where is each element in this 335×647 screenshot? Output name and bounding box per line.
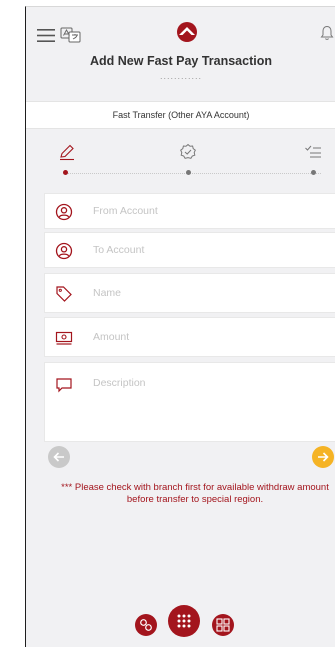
back-button[interactable] — [48, 446, 70, 468]
description-field[interactable]: Description — [44, 362, 335, 442]
to-account-placeholder: To Account — [93, 244, 145, 256]
arrow-left-icon — [53, 452, 64, 462]
tag-icon — [56, 286, 72, 302]
step-dot-edit — [63, 170, 68, 175]
to-account-field[interactable]: To Account — [44, 232, 335, 268]
grid-dots-icon — [177, 614, 191, 628]
bottom-nav — [26, 605, 335, 647]
list-check-icon[interactable] — [304, 143, 322, 161]
comment-icon — [56, 378, 72, 393]
amount-field[interactable]: Amount — [44, 317, 335, 357]
transfer-type-label: Fast Transfer (Other AYA Account) — [26, 101, 335, 129]
title-underline-dots: ............ — [159, 71, 202, 81]
transfer-icon — [140, 619, 152, 631]
withdraw-notice: *** Please check with branch first for a… — [61, 482, 329, 505]
user-circle-icon — [55, 203, 73, 221]
from-account-placeholder: From Account — [93, 205, 158, 217]
pencil-icon[interactable] — [58, 143, 76, 161]
qr-code-icon — [216, 618, 230, 632]
qr-button[interactable] — [212, 614, 234, 636]
user-circle-icon — [55, 242, 73, 260]
name-field[interactable]: Name — [44, 273, 335, 313]
hamburger-menu-icon[interactable] — [37, 29, 55, 42]
arrow-right-icon — [318, 452, 329, 462]
from-account-field[interactable]: From Account — [44, 193, 335, 229]
language-toggle-icon[interactable] — [60, 26, 82, 44]
description-placeholder: Description — [93, 377, 146, 389]
name-placeholder: Name — [93, 287, 122, 299]
app-screen: Add New Fast Pay Transaction ...........… — [25, 6, 335, 647]
cash-icon — [55, 331, 73, 345]
step-progress-line — [66, 173, 321, 174]
bell-icon[interactable] — [320, 25, 334, 41]
aya-logo — [177, 22, 197, 42]
step-dot-verify — [186, 170, 191, 175]
step-indicator — [26, 135, 335, 185]
page-title: Add New Fast Pay Transaction — [90, 54, 272, 68]
next-button[interactable] — [312, 446, 334, 468]
transfer-button[interactable] — [135, 614, 157, 636]
amount-placeholder: Amount — [93, 331, 130, 343]
step-dot-confirm — [311, 170, 316, 175]
badge-check-icon[interactable] — [179, 143, 197, 161]
top-bar: Add New Fast Pay Transaction ...........… — [26, 7, 335, 85]
main-menu-button[interactable] — [168, 605, 200, 637]
